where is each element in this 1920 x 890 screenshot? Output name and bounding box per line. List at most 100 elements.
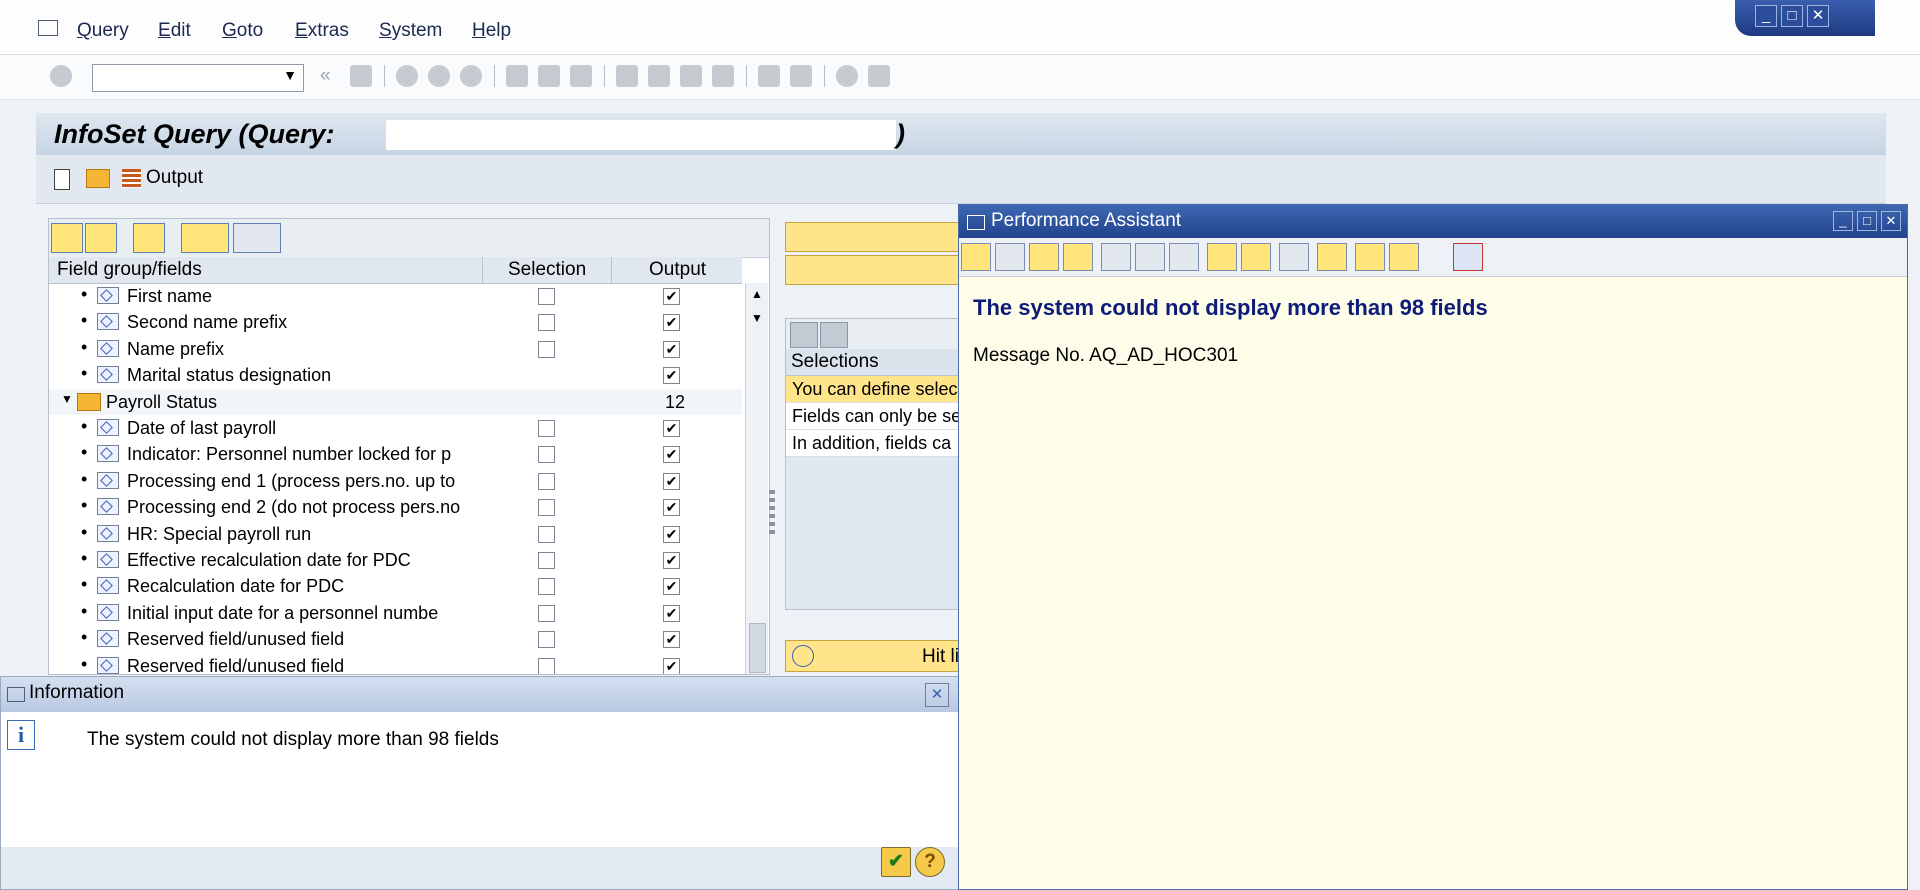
tree-field-row[interactable]: • HR: Special payroll run ✔ xyxy=(49,521,742,547)
book-icon[interactable] xyxy=(1207,243,1237,271)
scroll-thumb[interactable] xyxy=(749,623,766,673)
chevron-down-icon[interactable]: ▼ xyxy=(283,67,297,83)
help-icon[interactable] xyxy=(836,65,858,87)
menu-icon[interactable] xyxy=(38,20,58,36)
output-checkbox[interactable]: ✔ xyxy=(663,631,680,649)
back-icon[interactable] xyxy=(396,65,418,87)
filter-icon[interactable] xyxy=(233,223,281,253)
tools-icon[interactable] xyxy=(1135,243,1165,271)
minimize-icon[interactable]: _ xyxy=(1833,211,1853,231)
tree-group-row[interactable]: ▼ Payroll Status 12 xyxy=(49,388,742,415)
tree-field-row[interactable]: • Recalculation date for PDC ✔ xyxy=(49,573,742,599)
selection-checkbox[interactable] xyxy=(538,472,555,490)
menu-help[interactable]: Help xyxy=(472,20,511,42)
forward-icon[interactable] xyxy=(995,243,1025,271)
find-icon[interactable] xyxy=(538,65,560,87)
vertical-scrollbar[interactable]: ▲ ▼ xyxy=(745,283,768,674)
selection-checkbox[interactable] xyxy=(538,446,555,464)
selection-checkbox[interactable] xyxy=(538,314,555,332)
find-icon[interactable] xyxy=(133,223,165,253)
tree-field-row[interactable]: • Indicator: Personnel number locked for … xyxy=(49,441,742,467)
selection-checkbox[interactable] xyxy=(538,552,555,569)
output-icon[interactable] xyxy=(122,169,141,188)
expand-all-icon[interactable] xyxy=(51,223,83,253)
command-field[interactable]: ▼ xyxy=(92,64,304,92)
expand-triangle-icon[interactable]: ▼ xyxy=(61,392,73,406)
next-page-icon[interactable] xyxy=(680,65,702,87)
close-help-icon[interactable] xyxy=(1453,243,1483,271)
tree-field-row[interactable]: • Processing end 1 (process pers.no. up t… xyxy=(49,468,742,494)
previous-page-icon[interactable] xyxy=(648,65,670,87)
menu-goto[interactable]: Goto xyxy=(222,20,263,42)
selection-checkbox[interactable] xyxy=(538,525,555,543)
menu-system[interactable]: System xyxy=(379,20,442,42)
user-icon[interactable] xyxy=(1169,243,1199,271)
tree-field-row[interactable]: • Processing end 2 (do not process pers.n… xyxy=(49,494,742,520)
print-icon[interactable] xyxy=(1317,243,1347,271)
tree-field-row[interactable]: • Name prefix ✔ xyxy=(49,336,742,362)
selection-checkbox[interactable] xyxy=(538,604,555,622)
new-document-icon[interactable] xyxy=(54,169,70,190)
output-button[interactable]: Output xyxy=(146,167,203,189)
find-next-icon[interactable] xyxy=(570,65,592,87)
collapse-icon[interactable]: « xyxy=(320,65,331,87)
output-checkbox[interactable]: ✔ xyxy=(663,340,680,358)
find-icon[interactable] xyxy=(1355,243,1385,271)
output-checkbox[interactable]: ✔ xyxy=(663,604,680,622)
maximize-icon[interactable]: □ xyxy=(1781,5,1803,27)
note-icon[interactable] xyxy=(1279,243,1309,271)
close-icon[interactable]: ✕ xyxy=(1807,5,1829,27)
print-icon[interactable] xyxy=(506,65,528,87)
confirm-button[interactable]: ✔ xyxy=(881,847,911,877)
scroll-up-icon[interactable]: ▲ xyxy=(751,287,763,301)
enter-icon[interactable] xyxy=(50,65,72,87)
output-checkbox[interactable]: ✔ xyxy=(663,288,680,305)
menu-extras[interactable]: Extras xyxy=(295,20,349,42)
output-checkbox[interactable]: ✔ xyxy=(663,446,680,464)
tree-field-row[interactable]: • Reserved field/unused field ✔ xyxy=(49,653,742,674)
menu-query[interactable]: Query xyxy=(77,20,129,42)
menu-edit[interactable]: Edit xyxy=(158,20,191,42)
document-icon[interactable] xyxy=(1389,243,1419,271)
output-checkbox[interactable]: ✔ xyxy=(663,499,680,517)
output-checkbox[interactable]: ✔ xyxy=(663,525,680,543)
delete-icon[interactable] xyxy=(790,322,818,348)
structure-icon[interactable] xyxy=(1063,243,1093,271)
back-icon[interactable] xyxy=(961,243,991,271)
selection-checkbox[interactable] xyxy=(538,420,555,437)
settings-icon[interactable] xyxy=(820,322,848,348)
selection-checkbox[interactable] xyxy=(538,631,555,649)
output-checkbox[interactable]: ✔ xyxy=(663,552,680,569)
new-session-icon[interactable] xyxy=(758,65,780,87)
layout-icon[interactable] xyxy=(868,65,890,87)
edit-icon[interactable] xyxy=(1101,243,1131,271)
output-checkbox[interactable]: ✔ xyxy=(663,314,680,332)
technical-info-icon[interactable] xyxy=(1029,243,1059,271)
save-icon[interactable] xyxy=(350,65,372,87)
tree-field-row[interactable]: • Marital status designation ✔ xyxy=(49,362,742,388)
splitter-handle[interactable] xyxy=(769,490,775,536)
open-folder-icon[interactable] xyxy=(86,169,110,188)
hierarchy-icon[interactable] xyxy=(181,223,229,253)
first-page-icon[interactable] xyxy=(616,65,638,87)
minimize-icon[interactable]: _ xyxy=(1755,5,1777,27)
help-button[interactable]: ? xyxy=(915,847,945,877)
selection-button-2[interactable] xyxy=(785,255,967,285)
shortcut-icon[interactable] xyxy=(790,65,812,87)
maximize-icon[interactable]: □ xyxy=(1857,211,1877,231)
output-checkbox[interactable]: ✔ xyxy=(663,420,680,437)
cancel-icon[interactable] xyxy=(460,65,482,87)
tree-field-row[interactable]: • Reserved field/unused field ✔ xyxy=(49,626,742,652)
tree-field-row[interactable]: • Initial input date for a personnel numb… xyxy=(49,600,742,626)
selection-checkbox[interactable] xyxy=(538,340,555,358)
close-icon[interactable]: ✕ xyxy=(1881,211,1901,231)
layout-icon[interactable] xyxy=(1241,243,1271,271)
selection-checkbox[interactable] xyxy=(538,657,555,674)
collapse-all-icon[interactable] xyxy=(85,223,117,253)
tree-field-row[interactable]: • Second name prefix ✔ xyxy=(49,309,742,335)
output-checkbox[interactable]: ✔ xyxy=(663,367,680,385)
selection-checkbox[interactable] xyxy=(538,578,555,596)
selection-checkbox[interactable] xyxy=(538,499,555,517)
output-checkbox[interactable]: ✔ xyxy=(663,472,680,490)
tree-field-row[interactable]: • First name ✔ xyxy=(49,283,742,309)
